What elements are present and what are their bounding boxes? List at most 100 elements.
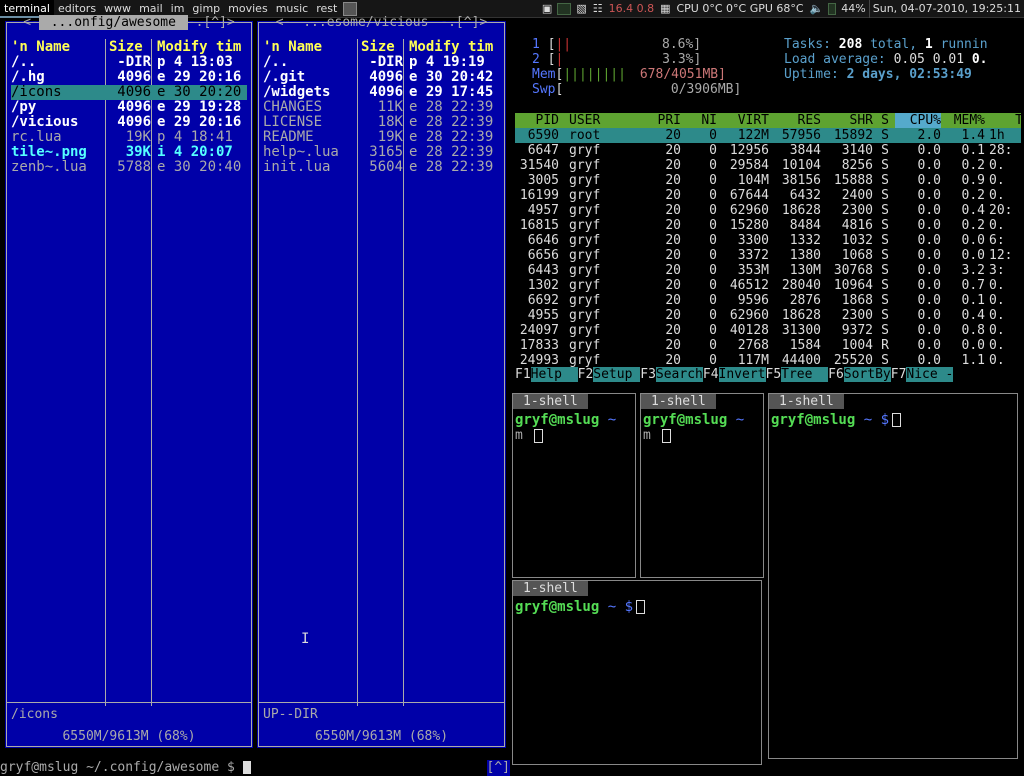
- shell-tab[interactable]: 1-shell: [769, 394, 844, 409]
- fkey-label[interactable]: Nice -: [906, 367, 954, 382]
- clock-text: Sun, 04-07-2010, 19:25:11: [868, 0, 1024, 18]
- right-panel-path: ...esome/vicious: [295, 15, 437, 30]
- col-cpu[interactable]: CPU%: [895, 113, 941, 128]
- shell-prompt[interactable]: gryf@mslug ~ $: [771, 412, 902, 428]
- title-suffix[interactable]: -.[^]>: [440, 15, 487, 30]
- process-row[interactable]: 17833 gryf 20 0 2768 1584 1004 R 0.0 0.0 0.: [515, 338, 1021, 353]
- left-panel[interactable]: <- ...onfig/awesome -.[^]> 'n Name Size …: [5, 15, 253, 748]
- prompt-dir: ~: [863, 412, 873, 428]
- layout-icon[interactable]: ▣: [539, 0, 555, 18]
- file-row[interactable]: /.hg 4096 e 29 20:16: [11, 70, 247, 85]
- memory-icon: ▧: [576, 2, 587, 15]
- fkey-f5[interactable]: F5: [766, 367, 782, 382]
- fkey-f4[interactable]: F4: [703, 367, 719, 382]
- shell-tab[interactable]: 1-shell: [641, 394, 716, 409]
- process-row[interactable]: 6443 gryf 20 0 353M 130M 30768 S 0.0 3.2 3:: [515, 263, 1021, 278]
- shell-tab[interactable]: 1-shell: [513, 394, 588, 409]
- col-shr[interactable]: SHR: [821, 113, 873, 128]
- col-date-header[interactable]: Modify tim: [409, 39, 493, 55]
- process-row[interactable]: 24993 gryf 20 0 117M 44400 25520 S 0.0 1.1 0.: [515, 353, 1021, 368]
- col-size-header[interactable]: Size: [361, 39, 395, 55]
- process-pid: 24097: [519, 323, 559, 338]
- file-row[interactable]: /widgets 4096 e 29 17:45: [263, 85, 500, 100]
- col-date-header[interactable]: Modify tim: [157, 39, 241, 55]
- process-row[interactable]: 4955 gryf 20 0 62960 18628 2300 S 0.0 0.4 0.: [515, 308, 1021, 323]
- file-row[interactable]: help~.lua 3165 e 28 22:39: [263, 145, 500, 160]
- process-pid: 3005: [527, 173, 559, 188]
- mc-command-line[interactable]: gryf@mslug ~/.config/awesome $: [0, 760, 506, 776]
- fkey-label[interactable]: Help: [530, 367, 578, 382]
- process-row[interactable]: 6590 root 20 0 122M 57956 15892 S 2.0 1.4 1h: [515, 128, 1021, 143]
- shell-input[interactable]: m: [515, 428, 543, 443]
- fkey-f3[interactable]: F3: [640, 367, 656, 382]
- col-res[interactable]: RES: [769, 113, 821, 128]
- process-row[interactable]: 1302 gryf 20 0 46512 28040 10964 S 0.0 0.7 0.: [515, 278, 1021, 293]
- process-res: 18628: [781, 308, 821, 323]
- process-row[interactable]: 6656 gryf 20 0 3372 1380 1068 S 0.0 0.0 12:: [515, 248, 1021, 263]
- fkey-label[interactable]: SortBy: [843, 367, 891, 382]
- file-row[interactable]: LICENSE 18K e 28 22:39: [263, 115, 500, 130]
- col-name-header[interactable]: 'n Name: [11, 39, 70, 55]
- htop-window[interactable]: 1 [|| 8.6%] 2 [| 3.3%] Mem[|||||||| 678/405…: [512, 19, 1024, 384]
- file-row[interactable]: /.git 4096 e 30 20:42: [263, 70, 500, 85]
- col-user[interactable]: USER: [569, 113, 619, 128]
- col-pid[interactable]: PID: [515, 113, 559, 128]
- shell-window[interactable]: 1-shell gryf@mslug ~ m: [512, 393, 636, 578]
- file-row[interactable]: /.. -DIR p 4 13:03: [11, 55, 247, 70]
- file-name: /.git: [263, 70, 306, 85]
- process-cpu: 0.0: [917, 278, 941, 293]
- col-name-header[interactable]: 'n Name: [263, 39, 322, 55]
- file-row[interactable]: README 19K e 28 22:39: [263, 130, 500, 145]
- title-suffix[interactable]: -.[^]>: [188, 15, 235, 30]
- file-row[interactable]: rc.lua 19K p 4 18:41: [11, 130, 247, 145]
- volume-icon[interactable]: 🔈: [807, 0, 827, 18]
- col-mem[interactable]: MEM%: [945, 113, 985, 128]
- shell-window[interactable]: 1-shell gryf@mslug ~ m: [640, 393, 764, 578]
- shell-window[interactable]: 1-shell gryf@mslug ~ $: [768, 393, 1018, 759]
- col-pri[interactable]: PRI: [655, 113, 681, 128]
- shell-prompt[interactable]: gryf@mslug ~ $: [515, 599, 646, 615]
- fkey-f7[interactable]: F7: [891, 367, 907, 382]
- file-row[interactable]: /.. -DIR p 4 19:19: [263, 55, 500, 70]
- process-s: S: [881, 218, 889, 233]
- file-row[interactable]: zenb~.lua 5788 e 30 20:40: [11, 160, 247, 175]
- shell-window[interactable]: 1-shell gryf@mslug ~ $: [512, 580, 762, 765]
- process-s: S: [881, 128, 889, 143]
- col-state[interactable]: S: [879, 113, 889, 128]
- col-time[interactable]: T: [989, 113, 1023, 128]
- file-row[interactable]: /icons 4096 e 30 20:20: [11, 85, 247, 100]
- fkey-label[interactable]: Tree: [781, 367, 829, 382]
- shell-input[interactable]: m: [643, 428, 671, 443]
- process-row[interactable]: 31540 gryf 20 0 29584 10104 8256 S 0.0 0.2 0.: [515, 158, 1021, 173]
- process-row[interactable]: 24097 gryf 20 0 40128 31300 9372 S 0.0 0.8 0.: [515, 323, 1021, 338]
- shell-tab[interactable]: 1-shell: [513, 581, 588, 596]
- file-row[interactable]: /py 4096 e 29 19:28: [11, 100, 247, 115]
- fkey-f1[interactable]: F1: [515, 367, 531, 382]
- right-panel[interactable]: <- ...esome/vicious -.[^]> 'n Name Size …: [257, 15, 506, 748]
- file-row[interactable]: init.lua 5604 e 28 22:39: [263, 160, 500, 175]
- process-row[interactable]: 6646 gryf 20 0 3300 1332 1032 S 0.0 0.0 6:: [515, 233, 1021, 248]
- process-row[interactable]: 6692 gryf 20 0 9596 2876 1868 S 0.0 0.1 0.: [515, 293, 1021, 308]
- col-virt[interactable]: VIRT: [723, 113, 769, 128]
- fkey-label[interactable]: Invert: [718, 367, 766, 382]
- process-ni: 0: [709, 323, 717, 338]
- file-row[interactable]: CHANGES 11K e 28 22:39: [263, 100, 500, 115]
- process-row[interactable]: 16815 gryf 20 0 15280 8484 4816 S 0.0 0.2 0.: [515, 218, 1021, 233]
- file-row[interactable]: /vicious 4096 e 29 20:16: [11, 115, 247, 130]
- layout-icon[interactable]: [343, 2, 358, 16]
- process-row[interactable]: 6647 gryf 20 0 12956 3844 3140 S 0.0 0.1 28:: [515, 143, 1021, 158]
- col-size-header[interactable]: Size: [109, 39, 143, 55]
- process-row[interactable]: 3005 gryf 20 0 104M 38156 15888 S 0.0 0.9 0.: [515, 173, 1021, 188]
- fkey-label[interactable]: Setup: [593, 367, 641, 382]
- process-virt: 62960: [729, 203, 769, 218]
- col-ni[interactable]: NI: [695, 113, 717, 128]
- fkey-f2[interactable]: F2: [578, 367, 594, 382]
- process-row[interactable]: 16199 gryf 20 0 67644 6432 2400 S 0.0 0.2 0.: [515, 188, 1021, 203]
- file-date: e 30 20:20: [157, 85, 242, 100]
- fkey-label[interactable]: Search: [655, 367, 703, 382]
- process-mem: 0.0: [961, 338, 985, 353]
- mc-menu-button[interactable]: [^]: [486, 760, 510, 776]
- file-row[interactable]: tile~.png 39K i 4 20:07: [11, 145, 247, 160]
- fkey-f6[interactable]: F6: [828, 367, 844, 382]
- process-row[interactable]: 4957 gryf 20 0 62960 18628 2300 S 0.0 0.4 20:: [515, 203, 1021, 218]
